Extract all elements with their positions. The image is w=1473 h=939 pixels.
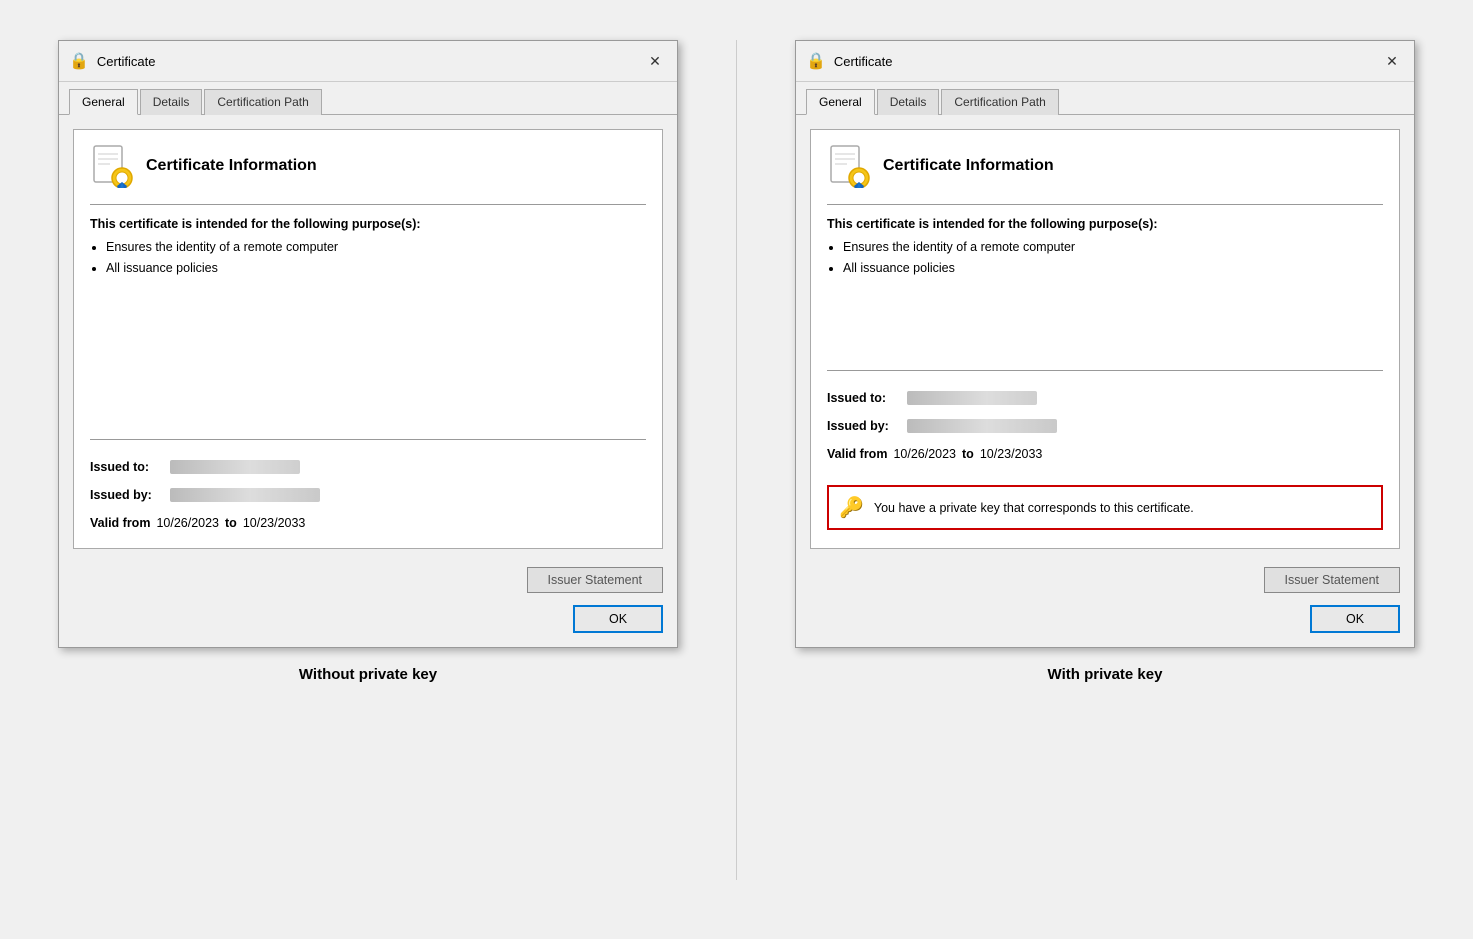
right-issued-to-label: Issued to: [827, 391, 907, 405]
left-purpose-item-2: All issuance policies [106, 258, 646, 279]
right-title-text: Certificate [834, 54, 1372, 69]
right-valid-to-date: 10/23/2033 [980, 447, 1043, 461]
left-issued-to-field: Issued to: [90, 460, 646, 474]
left-tab-details[interactable]: Details [140, 89, 203, 115]
left-footer: Issuer Statement [59, 559, 677, 601]
right-tab-bar: General Details Certification Path [796, 82, 1414, 115]
left-cert-info-box: Certificate Information This certificate… [73, 129, 663, 549]
right-purpose-item-1: Ensures the identity of a remote compute… [843, 237, 1383, 258]
right-issuer-statement-button[interactable]: Issuer Statement [1264, 567, 1401, 593]
left-close-button[interactable]: ✕ [643, 49, 667, 73]
right-tab-general[interactable]: General [806, 89, 875, 115]
left-valid-to-date: 10/23/2033 [243, 516, 306, 530]
right-issued-to-value [907, 391, 1037, 405]
right-purpose-title: This certificate is intended for the fol… [827, 217, 1383, 231]
right-issued-by-field: Issued by: [827, 419, 1383, 433]
left-tab-general[interactable]: General [69, 89, 138, 115]
right-cert-info-title: Certificate Information [883, 157, 1054, 175]
left-valid-to-label: to [225, 516, 237, 530]
right-titlebar: 🔒 Certificate ✕ [796, 41, 1414, 82]
left-issuer-statement-button[interactable]: Issuer Statement [527, 567, 664, 593]
left-issued-by-field: Issued by: [90, 488, 646, 502]
right-cert-info-box: Certificate Information This certificate… [810, 129, 1400, 549]
left-panel-label: Without private key [299, 666, 437, 683]
left-panel: 🔒 Certificate ✕ General Details Certific… [0, 20, 736, 900]
right-dialog-body: Certificate Information This certificate… [796, 115, 1414, 559]
left-cert-divider [90, 204, 646, 205]
right-close-icon: ✕ [1386, 53, 1398, 70]
left-cert-fields: Issued to: Issued by: Valid from 10/26/2… [90, 439, 646, 530]
right-cert-icon [827, 144, 871, 188]
right-valid-from-label: Valid from [827, 447, 887, 461]
right-panel: 🔒 Certificate ✕ General Details Certific… [737, 20, 1473, 900]
left-dialog: 🔒 Certificate ✕ General Details Certific… [58, 40, 678, 648]
right-tab-details[interactable]: Details [877, 89, 940, 115]
right-private-key-notice: 🔑 You have a private key that correspond… [827, 485, 1383, 530]
right-close-button[interactable]: ✕ [1380, 49, 1404, 73]
right-tab-cert-path[interactable]: Certification Path [941, 89, 1058, 115]
left-title-icon: 🔒 [69, 51, 89, 71]
left-issued-to-label: Issued to: [90, 460, 170, 474]
left-ok-button[interactable]: OK [573, 605, 663, 633]
right-valid-field: Valid from 10/26/2023 to 10/23/2033 [827, 447, 1383, 461]
left-issued-to-value [170, 460, 300, 474]
right-title-icon: 🔒 [806, 51, 826, 71]
right-footer: Issuer Statement [796, 559, 1414, 601]
left-titlebar: 🔒 Certificate ✕ [59, 41, 677, 82]
left-purpose-list: Ensures the identity of a remote compute… [106, 237, 646, 280]
left-valid-field: Valid from 10/26/2023 to 10/23/2033 [90, 516, 646, 530]
left-cert-info-header: Certificate Information [90, 144, 646, 188]
right-purpose-list: Ensures the identity of a remote compute… [843, 237, 1383, 280]
left-cert-info-title: Certificate Information [146, 157, 317, 175]
left-issued-by-label: Issued by: [90, 488, 170, 502]
right-private-key-text: You have a private key that corresponds … [874, 501, 1194, 515]
right-cert-divider [827, 204, 1383, 205]
right-issued-by-value [907, 419, 1057, 433]
left-purpose-item-1: Ensures the identity of a remote compute… [106, 237, 646, 258]
left-close-icon: ✕ [649, 53, 661, 70]
right-cert-fields: Issued to: Issued by: Valid from 10/26/2… [827, 370, 1383, 530]
right-dialog: 🔒 Certificate ✕ General Details Certific… [795, 40, 1415, 648]
left-valid-from-date: 10/26/2023 [156, 516, 219, 530]
right-cert-info-header: Certificate Information [827, 144, 1383, 188]
page-wrapper: 🔒 Certificate ✕ General Details Certific… [0, 20, 1473, 900]
left-title-text: Certificate [97, 54, 635, 69]
left-tab-cert-path[interactable]: Certification Path [204, 89, 321, 115]
right-issued-by-label: Issued by: [827, 419, 907, 433]
left-issued-by-value [170, 488, 320, 502]
left-purpose-title: This certificate is intended for the fol… [90, 217, 646, 231]
left-tab-bar: General Details Certification Path [59, 82, 677, 115]
right-valid-from-date: 10/26/2023 [893, 447, 956, 461]
left-dialog-body: Certificate Information This certificate… [59, 115, 677, 559]
right-purpose-item-2: All issuance policies [843, 258, 1383, 279]
right-ok-button[interactable]: OK [1310, 605, 1400, 633]
right-panel-label: With private key [1048, 666, 1163, 683]
left-valid-from-label: Valid from [90, 516, 150, 530]
key-icon: 🔑 [839, 495, 864, 520]
right-valid-to-label: to [962, 447, 974, 461]
right-issued-to-field: Issued to: [827, 391, 1383, 405]
left-cert-icon [90, 144, 134, 188]
